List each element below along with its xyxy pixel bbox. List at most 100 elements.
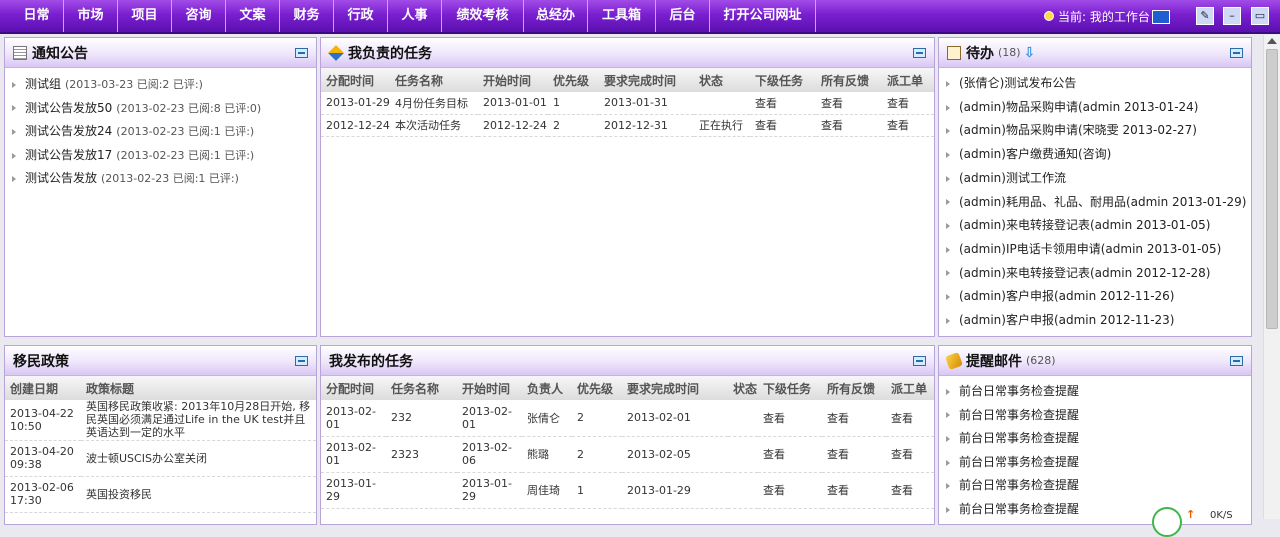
notice-item[interactable]: 测试公告发放24 (2013-02-23 已阅:1 已评:): [5, 120, 316, 144]
page-scrollbar[interactable]: [1263, 35, 1280, 519]
item-label[interactable]: 前台日常事务检查提醒: [959, 502, 1079, 516]
notice-item[interactable]: 测试公告发放50 (2013-02-23 已阅:8 已评:0): [5, 97, 316, 121]
notice-title[interactable]: 测试公告发放: [25, 171, 97, 185]
collapse-button[interactable]: [1230, 48, 1243, 58]
table-cell: 2013-04-20 09:38: [5, 440, 81, 477]
todo-item[interactable]: (admin)来电转接登记表(admin 2013-01-05): [939, 214, 1251, 238]
reminder-item[interactable]: 前台日常事务检查提醒: [939, 404, 1251, 428]
scroll-up-icon[interactable]: [1267, 38, 1277, 44]
item-label[interactable]: (admin)IP电话卡领用申请(admin 2013-01-05): [959, 242, 1221, 256]
item-label[interactable]: 前台日常事务检查提醒: [959, 455, 1079, 469]
todo-panel-header: 待办 (18) ⇩: [939, 38, 1251, 68]
nav-item-open-website[interactable]: 打开公司网址: [710, 0, 816, 32]
todo-item[interactable]: (admin)测试工作流: [939, 167, 1251, 191]
item-label[interactable]: (admin)来电转接登记表(admin 2012-12-28): [959, 266, 1210, 280]
item-label[interactable]: 前台日常事务检查提醒: [959, 384, 1079, 398]
item-label[interactable]: (admin)来电转接登记表(admin 2013-01-05): [959, 218, 1210, 232]
collapse-button[interactable]: [295, 48, 308, 58]
reminder-item[interactable]: 前台日常事务检查提醒: [939, 427, 1251, 451]
nav-item-backend[interactable]: 后台: [656, 0, 710, 32]
view-link[interactable]: 查看: [882, 92, 934, 115]
view-link[interactable]: 查看: [758, 400, 822, 437]
collapse-button[interactable]: [913, 356, 926, 366]
item-label[interactable]: 前台日常事务检查提醒: [959, 431, 1079, 445]
view-link[interactable]: 查看: [758, 436, 822, 473]
notice-item[interactable]: 测试组 (2013-03-23 已阅:2 已评:): [5, 73, 316, 97]
nav-item-hr[interactable]: 人事: [388, 0, 442, 32]
view-link[interactable]: 查看: [886, 400, 934, 437]
table-cell: 2013-01-31: [599, 92, 694, 115]
view-link[interactable]: 查看: [816, 92, 882, 115]
nav-item-consult[interactable]: 咨询: [172, 0, 226, 32]
nav-item-gm-office[interactable]: 总经办: [524, 0, 588, 32]
pencil-icon[interactable]: ✎: [1196, 7, 1214, 25]
todo-item[interactable]: (admin)客户申报(admin 2012-11-23): [939, 309, 1251, 333]
item-label[interactable]: (admin)客户申报(admin 2012-11-23): [959, 313, 1174, 327]
notice-item[interactable]: 测试公告发放 (2013-02-23 已阅:1 已评:): [5, 167, 316, 191]
view-link[interactable]: 查看: [886, 472, 934, 509]
item-label[interactable]: (admin)客户缴费通知(咨询): [959, 147, 1111, 161]
todo-item[interactable]: (admin)IP电话卡领用申请(admin 2013-01-05): [939, 238, 1251, 262]
notice-title[interactable]: 测试组: [25, 77, 61, 91]
item-label[interactable]: (admin)耗用品、礼品、耐用品(admin 2013-01-29): [959, 195, 1246, 209]
scrollbar-thumb[interactable]: [1266, 49, 1278, 329]
todo-item[interactable]: (admin)物品采购申请(admin 2013-01-24): [939, 96, 1251, 120]
view-link[interactable]: 查看: [822, 400, 886, 437]
task-row: 2013-01-29 4月份任务目标 2013-01-01 1 2013-01-31 查看…: [321, 92, 934, 115]
reminder-item[interactable]: 前台日常事务检查提醒: [939, 380, 1251, 404]
column-header: 状态: [694, 68, 750, 92]
notice-item[interactable]: 测试公告发放17 (2013-02-23 已阅:1 已评:): [5, 144, 316, 168]
reminder-panel: 提醒邮件 (628) 前台日常事务检查提醒 前台日常事务检查提醒 前台日常事务检查提…: [938, 345, 1252, 525]
maximize-icon[interactable]: ▭: [1251, 7, 1269, 25]
notice-title[interactable]: 测试公告发放50: [25, 101, 112, 115]
notice-title[interactable]: 测试公告发放24: [25, 124, 112, 138]
todo-item[interactable]: (admin)耗用品、礼品、耐用品(admin 2013-01-29): [939, 191, 1251, 215]
view-link[interactable]: 查看: [882, 114, 934, 137]
published-tasks-panel-header: 我发布的任务: [321, 346, 934, 376]
monitor-icon[interactable]: [1151, 10, 1170, 24]
view-link[interactable]: 查看: [758, 472, 822, 509]
todo-item[interactable]: (张倩仑)测试发布公告: [939, 72, 1251, 96]
nav-item-finance[interactable]: 财务: [280, 0, 334, 32]
notice-title[interactable]: 测试公告发放17: [25, 148, 112, 162]
column-header: 任务名称: [386, 376, 457, 400]
current-location: 当前: 我的工作台: [1044, 0, 1170, 32]
minimize-icon[interactable]: –: [1223, 7, 1241, 25]
nav-item-project[interactable]: 项目: [118, 0, 172, 32]
view-link[interactable]: 查看: [822, 472, 886, 509]
item-label[interactable]: 前台日常事务检查提醒: [959, 408, 1079, 422]
panel-title: 我负责的任务: [348, 45, 432, 62]
view-link[interactable]: 查看: [886, 436, 934, 473]
collapse-button[interactable]: [913, 48, 926, 58]
table-cell: 正在执行: [694, 114, 750, 137]
item-label[interactable]: 前台日常事务检查提醒: [959, 478, 1079, 492]
reminder-item[interactable]: 前台日常事务检查提醒: [939, 474, 1251, 498]
view-link[interactable]: 查看: [750, 92, 816, 115]
nav-item-admin[interactable]: 行政: [334, 0, 388, 32]
view-link[interactable]: 查看: [750, 114, 816, 137]
column-header: 优先级: [572, 376, 622, 400]
refresh-arrow-icon[interactable]: ⇩: [1024, 45, 1036, 61]
reminder-item[interactable]: 前台日常事务检查提醒: [939, 451, 1251, 475]
todo-item[interactable]: (admin)客户缴费通知(咨询): [939, 143, 1251, 167]
nav-item-market[interactable]: 市场: [64, 0, 118, 32]
collapse-button[interactable]: [295, 356, 308, 366]
item-label[interactable]: (admin)客户申报(admin 2012-11-26): [959, 289, 1174, 303]
view-link[interactable]: 查看: [816, 114, 882, 137]
nav-item-daily[interactable]: 日常: [0, 0, 64, 32]
panel-title: 通知公告: [32, 45, 88, 62]
nav-item-performance[interactable]: 绩效考核: [442, 0, 524, 32]
todo-item[interactable]: (admin)物品采购申请(宋晓雯 2013-02-27): [939, 119, 1251, 143]
item-label[interactable]: (admin)物品采购申请(admin 2013-01-24): [959, 100, 1198, 114]
item-label[interactable]: (admin)测试工作流: [959, 171, 1066, 185]
item-label[interactable]: (张倩仑)测试发布公告: [959, 76, 1076, 90]
item-label[interactable]: (admin)物品采购申请(宋晓雯 2013-02-27): [959, 123, 1197, 137]
column-header: 优先级: [548, 68, 599, 92]
todo-item[interactable]: (admin)客户申报(admin 2012-11-26): [939, 285, 1251, 309]
todo-item[interactable]: (admin)来电转接登记表(admin 2012-12-28): [939, 262, 1251, 286]
nav-item-copywriting[interactable]: 文案: [226, 0, 280, 32]
notice-meta: (2013-02-23 已阅:1 已评:): [116, 125, 255, 139]
view-link[interactable]: 查看: [822, 436, 886, 473]
collapse-button[interactable]: [1230, 356, 1243, 366]
nav-item-toolbox[interactable]: 工具箱: [588, 0, 656, 32]
